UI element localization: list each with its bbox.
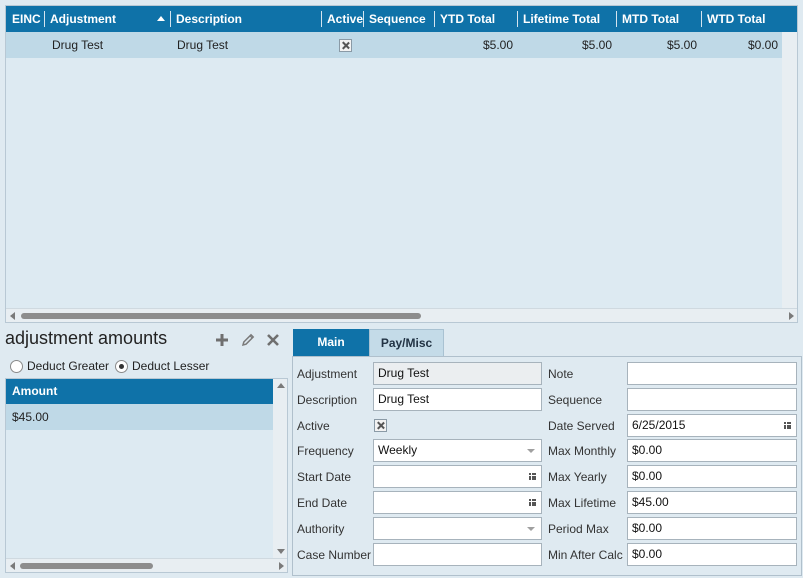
grid-horizontal-scrollbar[interactable] bbox=[6, 308, 797, 322]
scroll-left-icon[interactable] bbox=[10, 312, 15, 320]
description-label: Description bbox=[297, 393, 358, 407]
active-checkbox[interactable] bbox=[374, 419, 387, 432]
radio-deduct-greater-label: Deduct Greater bbox=[27, 359, 110, 373]
cell-active-checkbox[interactable] bbox=[339, 39, 352, 52]
tab-pay-misc[interactable]: Pay/Misc bbox=[369, 329, 444, 356]
col-header-description[interactable]: Description bbox=[170, 6, 320, 32]
col-header-sequence[interactable]: Sequence bbox=[363, 6, 433, 32]
cell-mtd-total: $5.00 bbox=[666, 38, 697, 52]
col-header-ytd-total[interactable]: YTD Total bbox=[434, 6, 516, 32]
close-icon[interactable] bbox=[265, 332, 281, 348]
col-header-adjustment-label: Adjustment bbox=[50, 12, 116, 26]
adjustment-label: Adjustment bbox=[297, 367, 358, 381]
table-row[interactable]: Drug Test Drug Test $5.00 $5.00 $5.00 $0… bbox=[6, 32, 797, 58]
tab-pay-misc-label: Pay/Misc bbox=[380, 336, 433, 350]
grid-header: EINC Adjustment Description Active Seque… bbox=[6, 6, 797, 32]
scroll-up-icon[interactable] bbox=[277, 383, 285, 388]
radio-deduct-greater-circle[interactable] bbox=[10, 360, 23, 373]
col-header-adjustment[interactable]: Adjustment bbox=[44, 6, 169, 32]
scrollbar-thumb[interactable] bbox=[21, 313, 421, 319]
cell-description: Drug Test bbox=[177, 38, 229, 52]
description-field[interactable]: Drug Test bbox=[373, 388, 542, 411]
col-header-active[interactable]: Active bbox=[321, 6, 363, 32]
active-label: Active bbox=[297, 419, 330, 433]
frequency-value: Weekly bbox=[378, 443, 418, 457]
scrollbar-thumb[interactable] bbox=[20, 563, 153, 569]
col-header-einc[interactable]: EINC bbox=[6, 6, 43, 32]
date-served-field[interactable]: 6/25/2015 bbox=[627, 414, 797, 437]
case-number-field[interactable] bbox=[373, 543, 542, 566]
max-lifetime-field[interactable]: $45.00 bbox=[627, 491, 797, 514]
amounts-vertical-scrollbar[interactable] bbox=[273, 379, 287, 558]
amounts-horizontal-scrollbar[interactable] bbox=[6, 558, 287, 572]
max-yearly-label: Max Yearly bbox=[548, 470, 607, 484]
min-after-calc-field[interactable]: $0.00 bbox=[627, 543, 797, 566]
max-monthly-field[interactable]: $0.00 bbox=[627, 439, 797, 462]
calendar-icon[interactable] bbox=[529, 473, 536, 480]
tab-main[interactable]: Main bbox=[293, 329, 369, 362]
case-number-label: Case Number bbox=[297, 548, 372, 562]
radio-deduct-greater[interactable]: Deduct Greater bbox=[10, 358, 109, 374]
calendar-icon[interactable] bbox=[784, 422, 791, 429]
frequency-label: Frequency bbox=[297, 444, 354, 458]
col-header-lifetime-total[interactable]: Lifetime Total bbox=[517, 6, 615, 32]
authority-label: Authority bbox=[297, 522, 345, 536]
amounts-title: adjustment amounts bbox=[5, 328, 168, 348]
max-monthly-label: Max Monthly bbox=[548, 444, 617, 458]
period-max-field[interactable]: $0.00 bbox=[627, 517, 797, 540]
cell-lifetime-total: $5.00 bbox=[581, 38, 612, 52]
end-date-field[interactable] bbox=[373, 491, 542, 514]
cell-wtd-total: $0.00 bbox=[747, 38, 778, 52]
min-after-calc-label: Min After Calc bbox=[548, 548, 623, 562]
radio-deduct-lesser-label: Deduct Lesser bbox=[132, 359, 210, 373]
cell-ytd-total: $5.00 bbox=[482, 38, 513, 52]
cell-amount: $45.00 bbox=[12, 410, 49, 424]
chevron-down-icon[interactable] bbox=[527, 449, 535, 453]
frequency-select[interactable]: Weekly bbox=[373, 439, 542, 462]
col-header-mtd-total[interactable]: MTD Total bbox=[616, 6, 700, 32]
max-yearly-field[interactable]: $0.00 bbox=[627, 465, 797, 488]
max-lifetime-label: Max Lifetime bbox=[548, 496, 617, 510]
end-date-label: End Date bbox=[297, 496, 348, 510]
note-label: Note bbox=[548, 367, 574, 381]
col-header-wtd-total[interactable]: WTD Total bbox=[701, 6, 781, 32]
period-max-label: Period Max bbox=[548, 522, 609, 536]
adjustment-field[interactable]: Drug Test bbox=[373, 362, 542, 385]
col-header-amount[interactable]: Amount bbox=[6, 379, 273, 404]
adjustment-detail-form: Adjustment Drug Test Description Drug Te… bbox=[292, 356, 802, 576]
start-date-label: Start Date bbox=[297, 470, 352, 484]
scroll-left-icon[interactable] bbox=[10, 562, 15, 570]
radio-deduct-lesser-circle[interactable] bbox=[115, 360, 128, 373]
grid-vertical-scrollbar[interactable] bbox=[782, 32, 797, 308]
scroll-down-icon[interactable] bbox=[277, 549, 285, 554]
chevron-down-icon[interactable] bbox=[527, 527, 535, 531]
table-row[interactable]: $45.00 bbox=[6, 404, 273, 430]
adjustments-grid: EINC Adjustment Description Active Seque… bbox=[5, 5, 798, 323]
scroll-right-icon[interactable] bbox=[789, 312, 794, 320]
calendar-icon[interactable] bbox=[529, 499, 536, 506]
plus-icon[interactable] bbox=[214, 332, 230, 348]
amounts-grid: Amount $45.00 bbox=[5, 378, 288, 573]
date-served-value: 6/25/2015 bbox=[632, 418, 686, 432]
sequence-label: Sequence bbox=[548, 393, 603, 407]
cell-adjustment: Drug Test bbox=[52, 38, 104, 52]
date-served-label: Date Served bbox=[548, 419, 615, 433]
authority-select[interactable] bbox=[373, 517, 542, 540]
radio-deduct-lesser[interactable]: Deduct Lesser bbox=[115, 358, 209, 374]
sort-ascending-icon bbox=[157, 16, 165, 21]
sequence-field[interactable] bbox=[627, 388, 797, 411]
start-date-field[interactable] bbox=[373, 465, 542, 488]
pencil-icon[interactable] bbox=[240, 332, 256, 348]
note-field[interactable] bbox=[627, 362, 797, 385]
scroll-right-icon[interactable] bbox=[279, 562, 284, 570]
tab-main-label: Main bbox=[317, 335, 345, 349]
